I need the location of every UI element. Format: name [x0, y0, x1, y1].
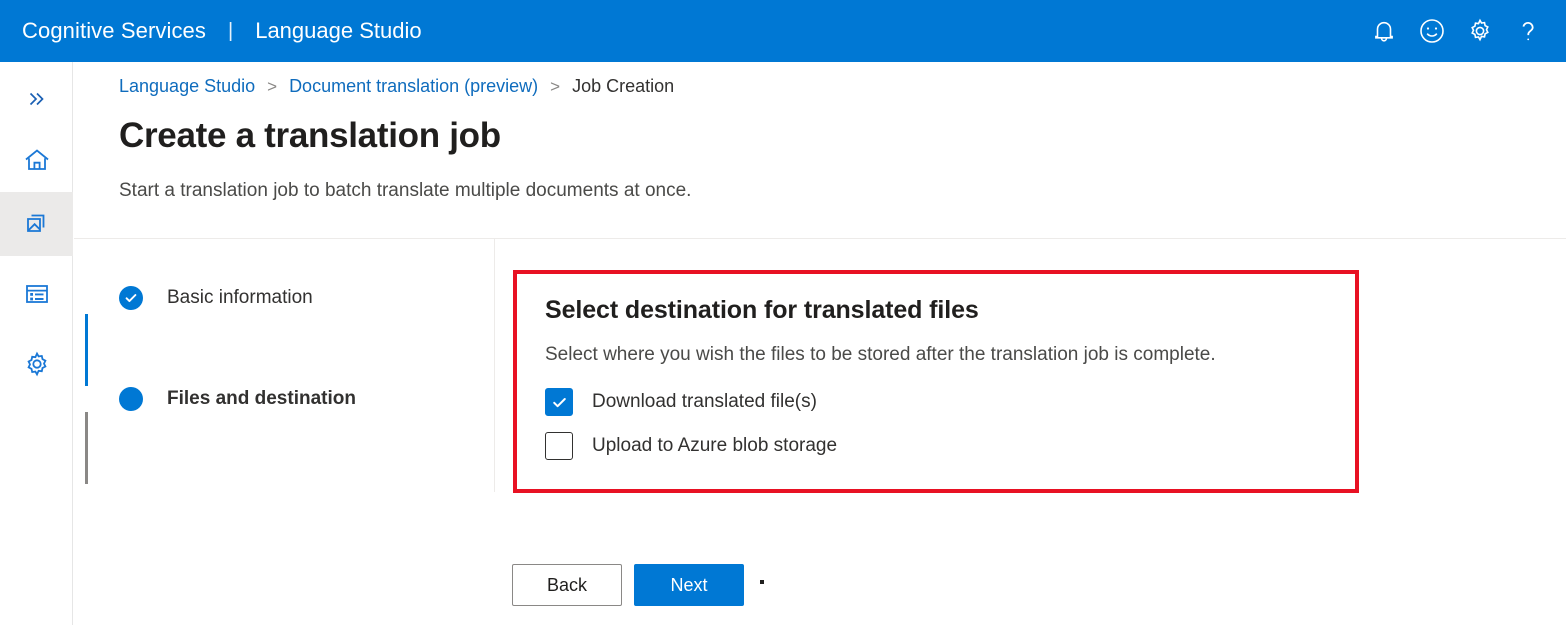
step-completed-check-icon: [119, 286, 143, 310]
destination-panel-highlight: Select destination for translated files …: [513, 270, 1359, 493]
brand-separator: |: [228, 20, 233, 43]
breadcrumb-separator: >: [267, 77, 277, 97]
breadcrumb-separator: >: [550, 77, 560, 97]
breadcrumb-item-language-studio[interactable]: Language Studio: [119, 76, 255, 97]
breadcrumb-item-job-creation: Job Creation: [572, 76, 674, 97]
breadcrumb: Language Studio > Document translation (…: [119, 76, 674, 97]
document-translation-icon: [22, 209, 52, 239]
help-question-icon: [1515, 17, 1541, 45]
sidebar-item-settings[interactable]: [0, 332, 73, 396]
projects-list-icon: [22, 279, 52, 309]
sidebar-item-document-translation[interactable]: [0, 192, 73, 256]
brand-primary-label: Cognitive Services: [22, 18, 206, 44]
checkbox-label-download-translated-files: Download translated file(s): [592, 391, 817, 413]
checkbox-upload-azure-blob-storage[interactable]: [545, 432, 573, 460]
destination-panel: Select destination for translated files …: [517, 274, 1355, 460]
wizard-footer-actions: Back Next: [512, 564, 764, 606]
step-current-dot-icon: [119, 387, 143, 411]
checkbox-row-upload-azure-blob-storage[interactable]: Upload to Azure blob storage: [545, 432, 1327, 460]
app-header: Cognitive Services | Language Studio: [0, 0, 1566, 62]
checkbox-download-translated-files[interactable]: [545, 388, 573, 416]
main-content: Language Studio > Document translation (…: [74, 62, 1566, 625]
brand-area: Cognitive Services | Language Studio: [0, 0, 422, 62]
sidebar-item-expand-menu[interactable]: [0, 70, 73, 128]
notifications-button[interactable]: [1360, 0, 1408, 62]
stepper-connector-completed: [85, 314, 88, 386]
header-actions: [1360, 0, 1566, 62]
stepper-divider: [494, 239, 495, 492]
breadcrumb-item-document-translation[interactable]: Document translation (preview): [289, 76, 538, 97]
header-divider: [74, 238, 1566, 239]
notifications-icon: [1372, 18, 1396, 44]
brand-secondary-label: Language Studio: [255, 18, 421, 44]
sidebar-rail: [0, 62, 73, 625]
wizard-stepper: Basic information Files and destination: [119, 284, 449, 413]
home-icon: [22, 145, 52, 175]
sidebar-item-home[interactable]: [0, 128, 73, 192]
trailing-dot-marker: [760, 580, 764, 584]
stepper-step-basic-information[interactable]: Basic information: [119, 284, 449, 312]
checkbox-row-download-translated-files[interactable]: Download translated file(s): [545, 388, 1327, 416]
settings-button[interactable]: [1456, 0, 1504, 62]
settings-gear-icon: [22, 349, 52, 379]
feedback-smiley-icon: [1418, 17, 1446, 45]
stepper-label-basic-information: Basic information: [167, 284, 313, 312]
stepper-label-files-and-destination: Files and destination: [167, 385, 356, 413]
stepper-step-files-and-destination[interactable]: Files and destination: [119, 385, 449, 413]
expand-menu-icon: [24, 86, 50, 112]
sidebar-item-projects[interactable]: [0, 262, 73, 326]
settings-gear-icon: [1466, 17, 1494, 45]
destination-panel-title: Select destination for translated files: [545, 296, 1327, 325]
destination-panel-description: Select where you wish the files to be st…: [545, 344, 1327, 366]
help-button[interactable]: [1504, 0, 1552, 62]
stepper-connector-pending: [85, 412, 88, 484]
checkbox-label-upload-azure-blob-storage: Upload to Azure blob storage: [592, 435, 837, 457]
page-title: Create a translation job: [119, 116, 501, 156]
feedback-button[interactable]: [1408, 0, 1456, 62]
back-button[interactable]: Back: [512, 564, 622, 606]
page-subtitle: Start a translation job to batch transla…: [119, 180, 691, 202]
next-button[interactable]: Next: [634, 564, 744, 606]
